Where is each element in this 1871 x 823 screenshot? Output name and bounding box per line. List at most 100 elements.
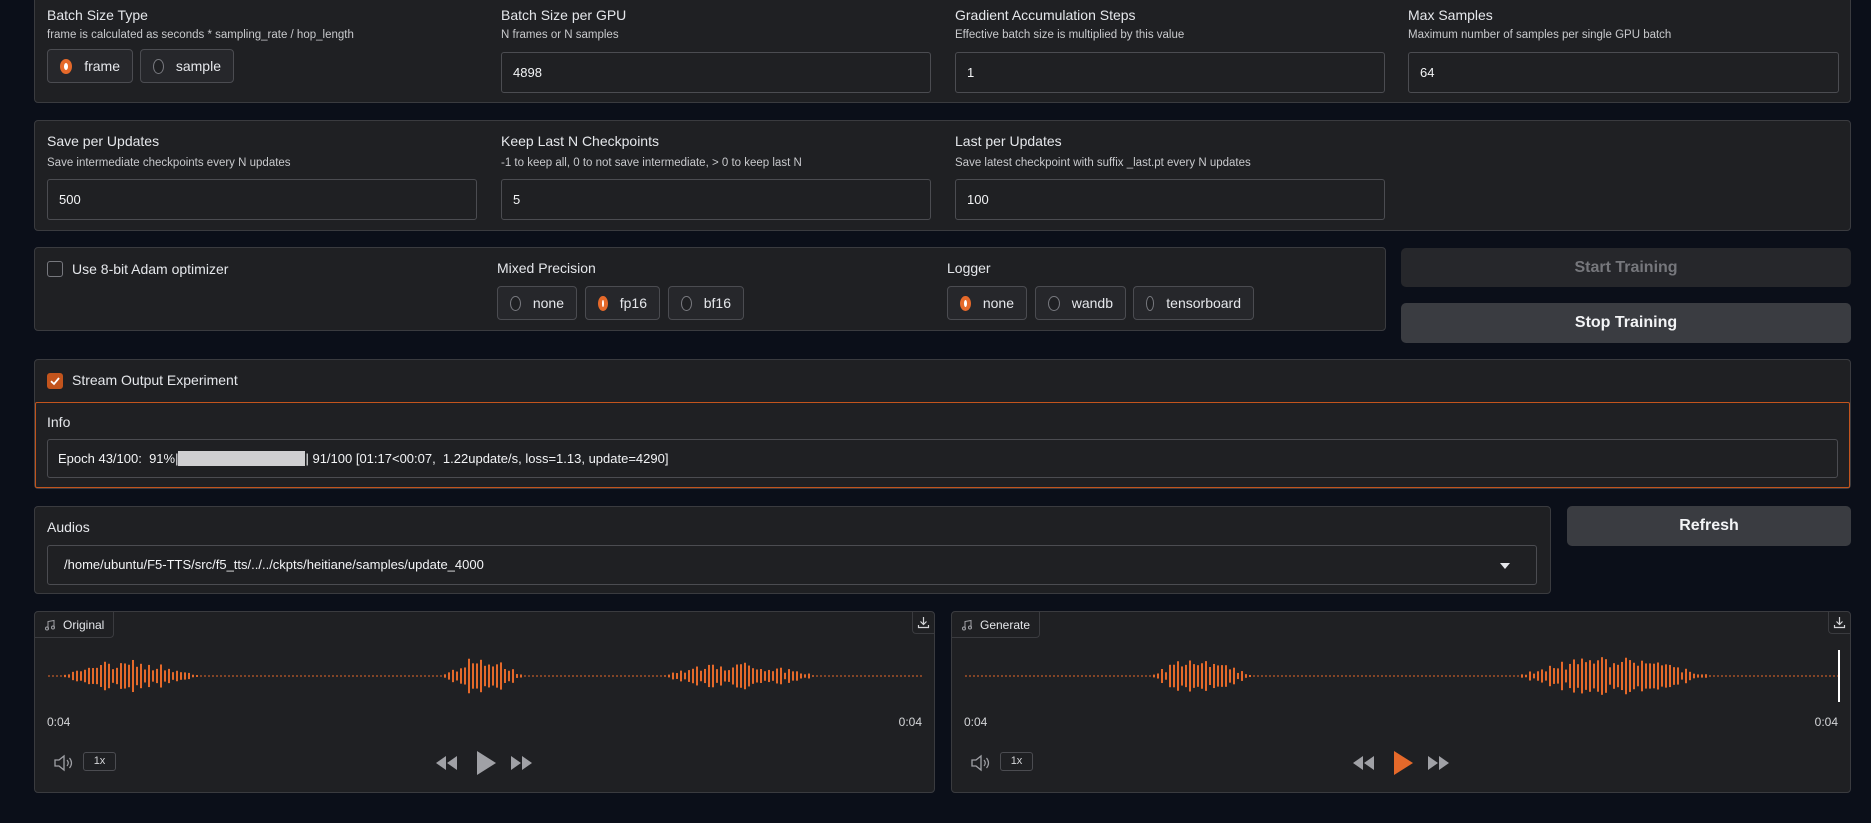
waveform-bar bbox=[464, 667, 466, 685]
waveform-bar bbox=[1081, 675, 1083, 677]
waveform-bar bbox=[1749, 675, 1751, 677]
download-button[interactable] bbox=[912, 612, 934, 634]
radio-sample[interactable]: sample bbox=[140, 49, 234, 83]
volume-icon[interactable] bbox=[53, 754, 75, 772]
waveform-bar bbox=[300, 675, 302, 677]
waveform-bar bbox=[508, 670, 510, 682]
waveform-bar bbox=[708, 664, 710, 688]
waveform-bar bbox=[1117, 675, 1119, 677]
playback-speed-button[interactable]: 1x bbox=[83, 752, 116, 771]
waveform-bar bbox=[1293, 675, 1295, 677]
precision-fp16[interactable]: fp16 bbox=[585, 286, 660, 320]
waveform-bar bbox=[1245, 674, 1247, 678]
waveform-bar bbox=[1233, 667, 1235, 685]
save-per-updates-info: Save intermediate checkpoints every N up… bbox=[47, 157, 291, 169]
precision-none[interactable]: none bbox=[497, 286, 577, 320]
playhead-cursor[interactable] bbox=[1838, 650, 1840, 702]
waveform-bar bbox=[1205, 661, 1207, 691]
rewind-icon[interactable] bbox=[434, 754, 458, 772]
waveform-bar bbox=[228, 675, 230, 677]
waveform-bar bbox=[1697, 674, 1699, 678]
batch-size-per-gpu-input[interactable]: 4898 bbox=[501, 52, 931, 93]
waveform-bar bbox=[1609, 667, 1611, 685]
waveform-bar bbox=[364, 675, 366, 677]
start-training-button[interactable]: Start Training bbox=[1401, 248, 1851, 287]
precision-bf16[interactable]: bf16 bbox=[668, 286, 744, 320]
waveform-bar bbox=[1825, 675, 1827, 677]
save-per-updates-input[interactable]: 500 bbox=[47, 179, 477, 220]
info-label: Info bbox=[47, 414, 71, 430]
waveform-bar bbox=[1393, 675, 1395, 677]
waveform-bar bbox=[1325, 675, 1327, 677]
waveform-bar bbox=[1633, 662, 1635, 690]
waveform-bar bbox=[428, 675, 430, 677]
grad-accum-input[interactable]: 1 bbox=[955, 52, 1385, 93]
waveform-bar bbox=[912, 675, 914, 677]
waveform-bar bbox=[1037, 675, 1039, 677]
waveform-bar bbox=[880, 675, 882, 677]
waveform-bar bbox=[1301, 675, 1303, 677]
waveform-bar bbox=[1641, 660, 1643, 692]
logger-wandb[interactable]: wandb bbox=[1035, 286, 1126, 320]
waveform-bar bbox=[640, 675, 642, 677]
waveform-bar bbox=[1505, 675, 1507, 677]
radio-frame[interactable]: frame bbox=[47, 49, 133, 83]
waveform-bar bbox=[436, 675, 438, 677]
waveform-bar bbox=[192, 674, 194, 678]
waveform-bar bbox=[204, 675, 206, 677]
waveform-bar bbox=[784, 672, 786, 680]
batch-size-per-gpu-info: N frames or N samples bbox=[501, 29, 619, 41]
waveform-bar bbox=[1005, 675, 1007, 677]
waveform-bar bbox=[324, 675, 326, 677]
waveform-bar bbox=[1097, 675, 1099, 677]
waveform-bar bbox=[100, 665, 102, 687]
waveform-bar bbox=[1349, 675, 1351, 677]
waveform-bar bbox=[76, 670, 78, 682]
waveform-bar bbox=[680, 670, 682, 682]
waveform-bar bbox=[844, 675, 846, 677]
fast-forward-icon[interactable] bbox=[1427, 754, 1451, 772]
waveform-bar bbox=[84, 669, 86, 683]
waveform-bar bbox=[372, 675, 374, 677]
volume-icon[interactable] bbox=[970, 754, 992, 772]
play-icon[interactable] bbox=[475, 750, 497, 776]
info-progress-bar bbox=[178, 451, 306, 466]
refresh-button[interactable]: Refresh bbox=[1567, 506, 1851, 546]
waveform-bar bbox=[1405, 675, 1407, 677]
info-textbox[interactable]: Epoch 43/100: 91%| | 91/100 [01:17<00:07… bbox=[47, 439, 1838, 478]
waveform-bar bbox=[1333, 675, 1335, 677]
waveform-bar bbox=[997, 675, 999, 677]
waveform-bar bbox=[1029, 675, 1031, 677]
waveform-bar bbox=[696, 666, 698, 686]
adam8bit-checkbox[interactable] bbox=[47, 261, 63, 277]
waveform-bar bbox=[1601, 657, 1603, 695]
rewind-icon[interactable] bbox=[1351, 754, 1375, 772]
stream-output-checkbox[interactable] bbox=[47, 373, 63, 389]
playback-speed-button[interactable]: 1x bbox=[1000, 752, 1033, 771]
waveform-bar bbox=[168, 668, 170, 684]
fast-forward-icon[interactable] bbox=[510, 754, 534, 772]
max-samples-input[interactable]: 64 bbox=[1408, 52, 1839, 93]
waveform-bar bbox=[480, 659, 482, 693]
waveform-bar bbox=[288, 675, 290, 677]
waveform-bar bbox=[488, 664, 490, 688]
waveform-bar bbox=[60, 675, 62, 677]
audios-dropdown[interactable]: /home/ubuntu/F5-TTS/src/f5_tts/../../ckp… bbox=[47, 545, 1537, 585]
waveform-bar bbox=[348, 675, 350, 677]
waveform-bar bbox=[1821, 675, 1823, 677]
play-icon[interactable] bbox=[1392, 750, 1414, 776]
keep-last-input[interactable]: 5 bbox=[501, 179, 931, 220]
logger-none[interactable]: none bbox=[947, 286, 1027, 320]
waveform[interactable] bbox=[47, 646, 924, 706]
stop-training-button[interactable]: Stop Training bbox=[1401, 303, 1851, 343]
last-per-updates-input[interactable]: 100 bbox=[955, 179, 1385, 220]
stream-output-panel: Stream Output Experiment Info Epoch 43/1… bbox=[34, 359, 1851, 489]
audio-tag: Generate bbox=[952, 612, 1041, 638]
waveform-bar bbox=[416, 675, 418, 677]
logger-tensorboard[interactable]: tensorboard bbox=[1133, 286, 1254, 320]
waveform-bar bbox=[840, 675, 842, 677]
waveform-bar bbox=[1569, 663, 1571, 689]
download-button[interactable] bbox=[1828, 612, 1850, 634]
waveform[interactable] bbox=[964, 646, 1840, 706]
audio-player-original: Original 0:04 0:04 1x bbox=[34, 611, 935, 793]
